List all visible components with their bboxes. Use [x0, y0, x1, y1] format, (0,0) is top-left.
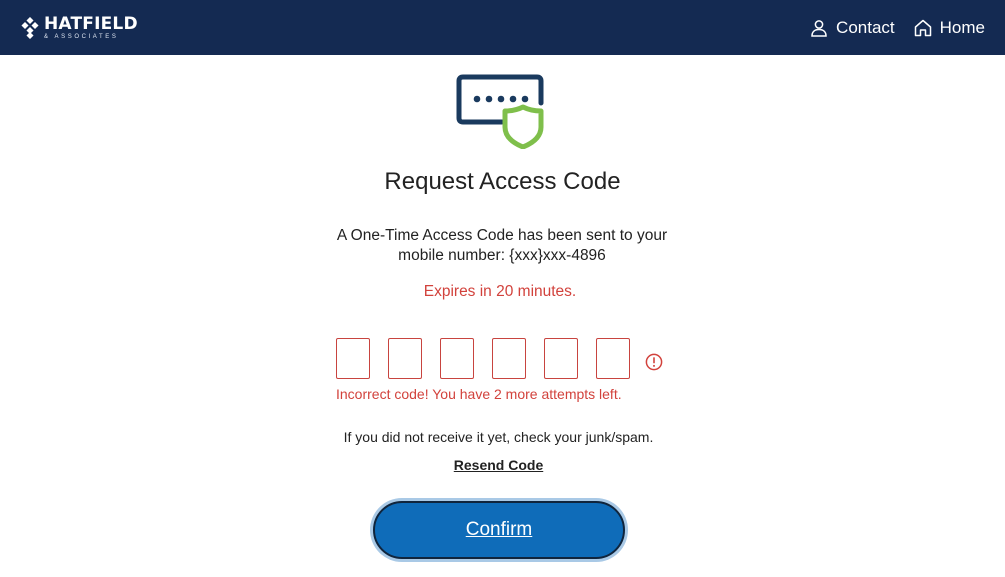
user-icon — [811, 19, 827, 37]
error-message: Incorrect code! You have 2 more attempts… — [336, 386, 622, 402]
sent-message-line-1: A One-Time Access Code has been sent to … — [336, 227, 668, 244]
sent-message: A One-Time Access Code has been sent to … — [302, 226, 702, 266]
top-navbar: HATFIELD & ASSOCIATES Contact Home — [0, 0, 1005, 55]
nav-contact-label: Contact — [836, 17, 895, 37]
confirm-button[interactable]: Confirm — [373, 501, 625, 559]
page-title: Request Access Code — [384, 168, 621, 195]
nav-home-label: Home — [939, 17, 985, 37]
password-shield-icon — [456, 74, 544, 149]
expiry-notice: Expires in 20 minutes. — [423, 283, 577, 300]
code-digit-3[interactable] — [440, 338, 474, 379]
code-digit-6[interactable] — [596, 338, 630, 379]
home-icon — [914, 19, 931, 36]
code-digit-2[interactable] — [388, 338, 422, 379]
code-digit-4[interactable] — [492, 338, 526, 379]
header-nav: Contact Home — [791, 0, 985, 55]
nav-home-link[interactable]: Home — [914, 18, 985, 38]
brand-name: HATFIELD — [44, 14, 138, 34]
resend-code-link[interactable]: Resend Code — [0, 457, 997, 473]
junk-spam-hint: If you did not receive it yet, check you… — [343, 429, 654, 445]
code-digit-5[interactable] — [544, 338, 578, 379]
brand-subtitle: & ASSOCIATES — [44, 34, 119, 40]
brand-logo[interactable]: HATFIELD & ASSOCIATES — [20, 14, 138, 42]
alert-circle-icon — [645, 353, 663, 371]
code-digit-1[interactable] — [336, 338, 370, 379]
brand-logo-icon — [21, 17, 39, 39]
nav-contact-link[interactable]: Contact — [810, 18, 895, 38]
sent-message-line-2: mobile number: {xxx}xxx-4896 — [398, 247, 606, 264]
